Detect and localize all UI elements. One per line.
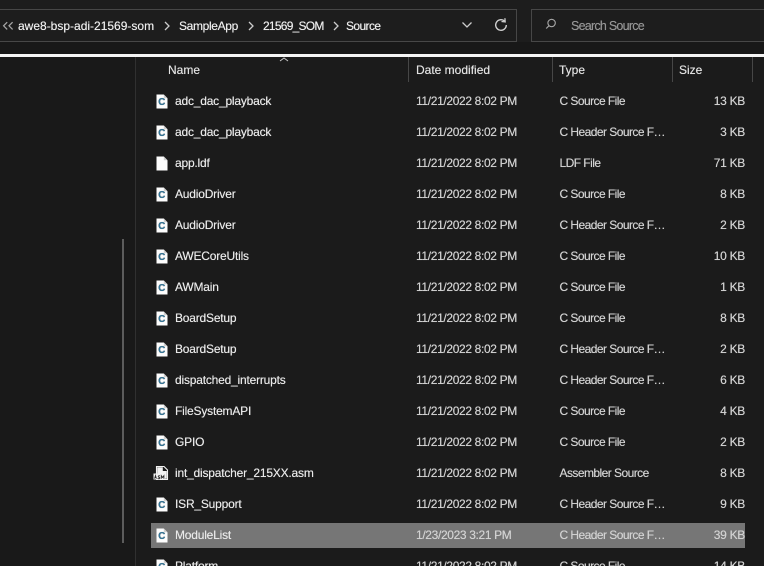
svg-text:C: C	[158, 376, 165, 387]
svg-text:C: C	[158, 500, 165, 511]
svg-text:C: C	[158, 531, 165, 542]
svg-text:C: C	[158, 438, 165, 449]
svg-text:C: C	[158, 97, 165, 108]
svg-text:C: C	[158, 252, 165, 263]
svg-text:C: C	[158, 283, 165, 294]
svg-text:C: C	[158, 128, 165, 139]
svg-text:C: C	[158, 345, 165, 356]
svg-text:C: C	[158, 314, 165, 325]
svg-text:C: C	[158, 221, 165, 232]
svg-text:C: C	[158, 190, 165, 201]
svg-text:C: C	[158, 407, 165, 418]
svg-text:C: C	[158, 562, 165, 566]
